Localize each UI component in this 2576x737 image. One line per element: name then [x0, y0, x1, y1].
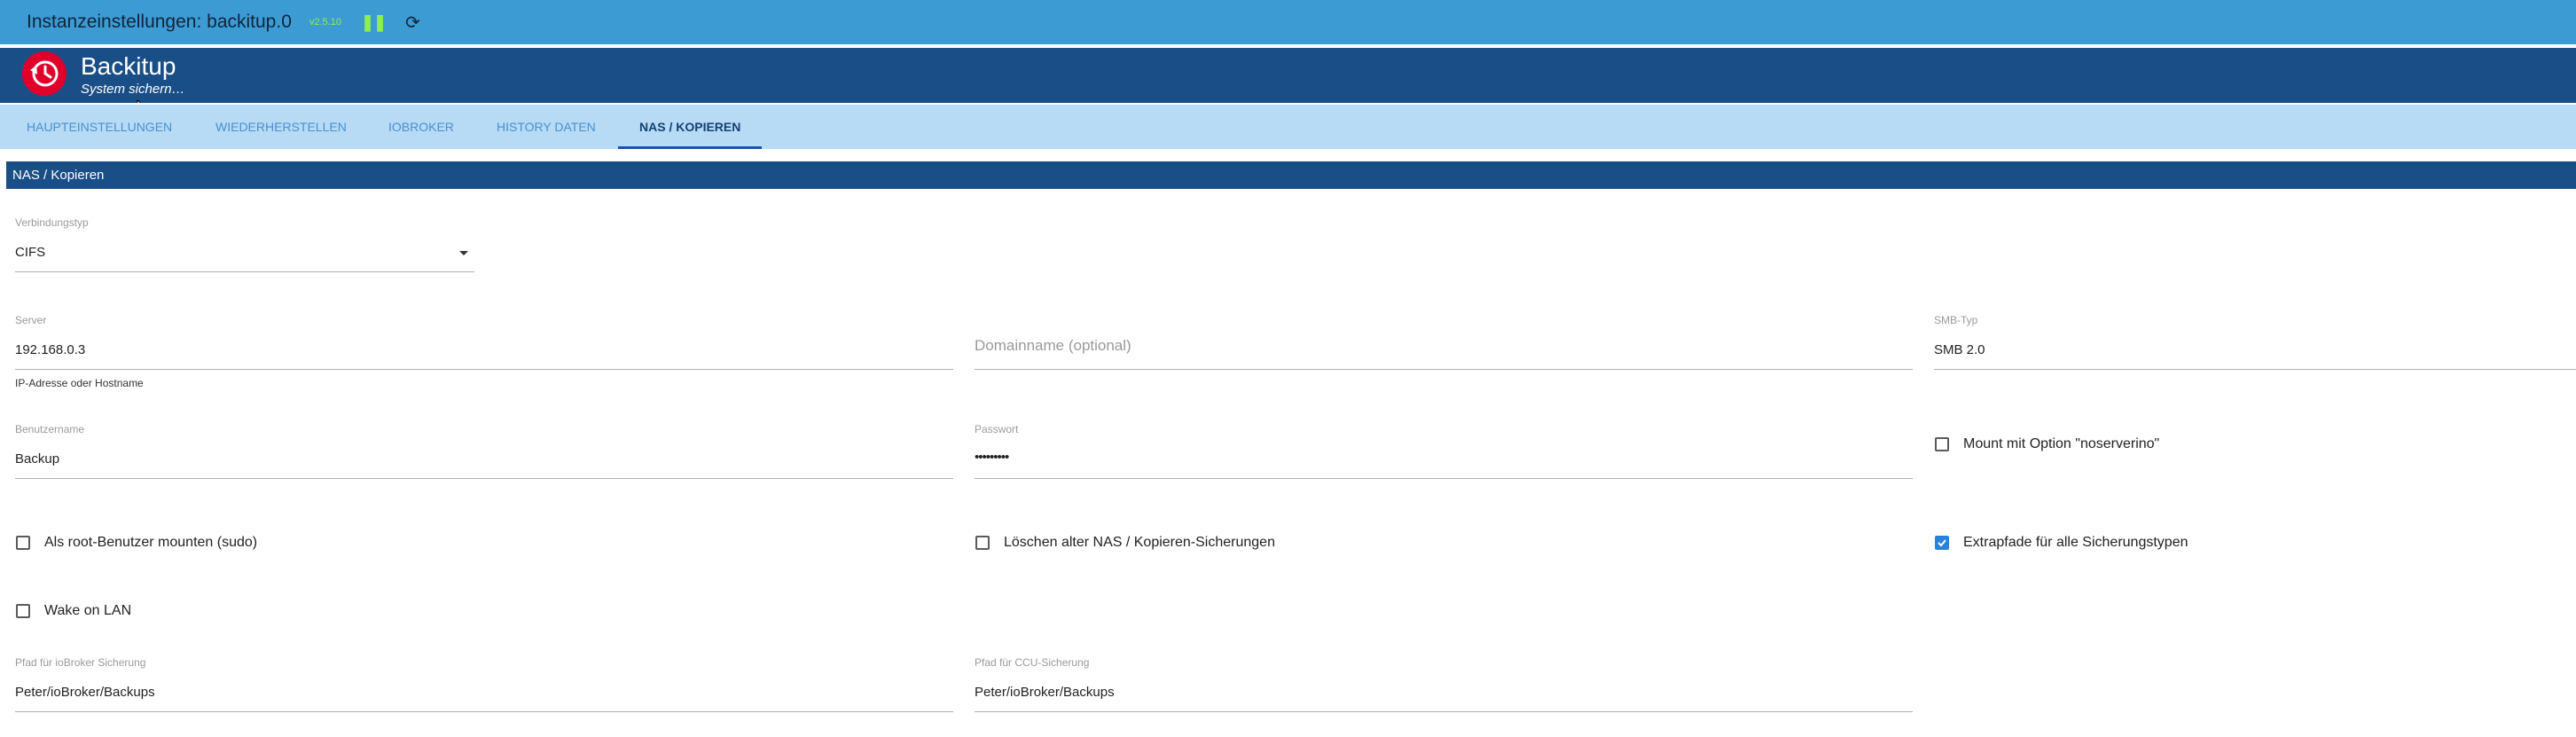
- connection-type-value: CIFS: [15, 245, 46, 260]
- username-label: Benutzername: [15, 423, 85, 435]
- app-subtitle: System sichern…: [81, 82, 185, 97]
- window-title-bar: Instanzeinstellungen: backitup.0 v2.5.10…: [0, 0, 2576, 44]
- password-value: •••••••••: [975, 450, 1009, 465]
- sudo-checkbox[interactable]: Als root-Benutzer mounten (sudo): [16, 535, 257, 551]
- connection-type-label: Verbindungstyp: [15, 216, 89, 229]
- tab-nas-kopieren[interactable]: NAS / Kopieren: [618, 105, 763, 149]
- checkbox-box[interactable]: [16, 604, 30, 618]
- tab-history-daten[interactable]: History Daten: [475, 105, 617, 147]
- window-title: Instanzeinstellungen: backitup.0: [27, 12, 292, 32]
- field-underline: [15, 271, 474, 272]
- checkbox-box[interactable]: [975, 536, 990, 550]
- tab-bar: Haupteinstellungen Wiederherstellen ioBr…: [0, 103, 2576, 149]
- app-header: Backitup System sichern…: [0, 48, 2576, 103]
- password-label: Passwort: [975, 423, 1019, 435]
- backitup-logo: [22, 51, 67, 96]
- field-underline: [15, 369, 953, 370]
- field-underline: [15, 711, 953, 712]
- domain-placeholder: Domainname (optional): [975, 337, 1131, 354]
- section-title: NAS / Kopieren: [6, 161, 2576, 189]
- field-underline: [975, 711, 1913, 712]
- tab-haupteinstellungen[interactable]: Haupteinstellungen: [5, 105, 193, 147]
- domain-field[interactable]: Domainname (optional): [975, 314, 1913, 371]
- server-label: Server: [15, 314, 47, 326]
- wake-on-lan-checkbox[interactable]: Wake on LAN: [16, 603, 131, 619]
- iobroker-path-value: Peter/ioBroker/Backups: [15, 685, 155, 700]
- checkbox-box-checked[interactable]: [1935, 536, 1949, 550]
- sudo-label: Als root-Benutzer mounten (sudo): [44, 535, 258, 550]
- field-underline: [975, 478, 1913, 479]
- field-underline: [975, 369, 1913, 370]
- smb-type-value: SMB 2.0: [1934, 342, 1985, 357]
- checkmark-icon: [1938, 539, 1946, 547]
- extra-paths-label: Extrapfade für alle Sicherungstypen: [1963, 535, 2188, 550]
- server-value: 192.168.0.3: [15, 342, 86, 357]
- extra-paths-checkbox[interactable]: Extrapfade für alle Sicherungstypen: [1935, 535, 2188, 551]
- smb-type-select[interactable]: SMB-Typ SMB 2.0: [1934, 314, 2576, 371]
- noserverino-checkbox[interactable]: Mount mit Option "noserverino": [1935, 436, 2159, 452]
- username-field[interactable]: Benutzername Backup: [15, 423, 953, 480]
- delete-old-backups-label: Löschen alter NAS / Kopieren-Sicherungen: [1004, 535, 1275, 550]
- delete-old-backups-checkbox[interactable]: Löschen alter NAS / Kopieren-Sicherungen: [975, 535, 1275, 551]
- dropdown-arrow-icon: [459, 251, 468, 255]
- iobroker-path-field[interactable]: Pfad für ioBroker Sicherung Peter/ioBrok…: [15, 656, 953, 713]
- checkbox-box[interactable]: [1935, 437, 1949, 451]
- tab-iobroker[interactable]: ioBroker: [367, 105, 475, 147]
- field-underline: [15, 478, 953, 479]
- password-field[interactable]: Passwort •••••••••: [975, 423, 1913, 480]
- username-value: Backup: [15, 451, 60, 467]
- wake-on-lan-label: Wake on LAN: [44, 603, 132, 618]
- ccu-path-label: Pfad für CCU-Sicherung: [975, 656, 1090, 669]
- tab-wiederherstellen[interactable]: Wiederherstellen: [194, 105, 368, 147]
- reload-icon[interactable]: ⟳: [405, 12, 420, 34]
- connection-type-select[interactable]: Verbindungstyp CIFS: [15, 216, 474, 275]
- ccu-path-field[interactable]: Pfad für CCU-Sicherung Peter/ioBroker/Ba…: [975, 656, 1913, 713]
- version-label: v2.5.10: [309, 17, 341, 27]
- server-helper-text: IP-Adresse oder Hostname: [15, 377, 144, 389]
- app-name: Backitup: [81, 52, 176, 80]
- iobroker-path-label: Pfad für ioBroker Sicherung: [15, 656, 146, 669]
- smb-type-label: SMB-Typ: [1934, 314, 1978, 326]
- server-field[interactable]: Server 192.168.0.3: [15, 314, 953, 371]
- ccu-path-value: Peter/ioBroker/Backups: [975, 685, 1115, 700]
- noserverino-label: Mount mit Option "noserverino": [1963, 436, 2160, 451]
- pause-icon[interactable]: ❚❚: [361, 13, 387, 32]
- checkbox-box[interactable]: [16, 536, 30, 550]
- field-underline: [1934, 369, 2576, 370]
